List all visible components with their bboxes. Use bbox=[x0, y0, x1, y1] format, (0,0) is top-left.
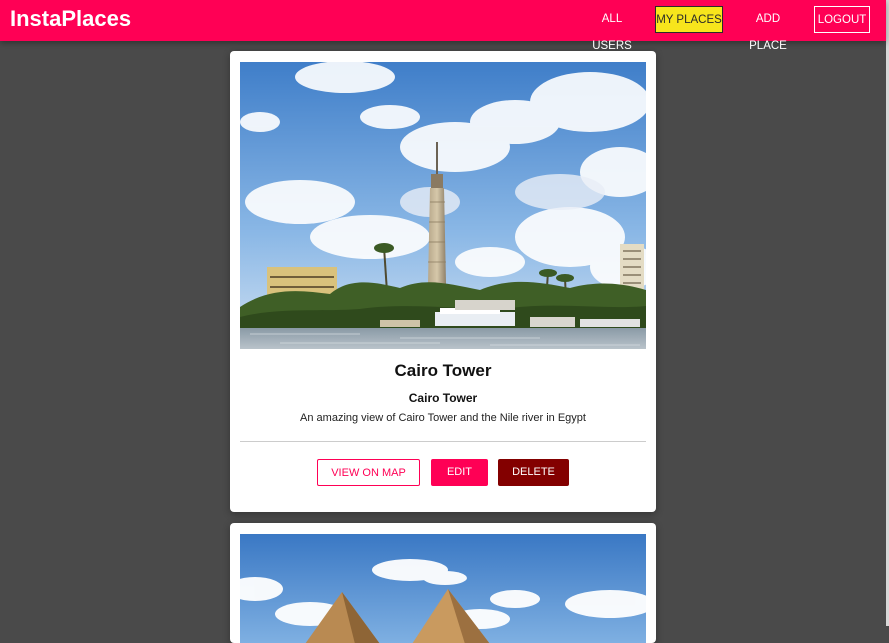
main-header: InstaPlaces ALL USERS MY PLACES ADD PLAC… bbox=[0, 0, 886, 52]
nav-add-place[interactable]: ADD PLACE bbox=[736, 6, 800, 52]
delete-button[interactable]: DELETE bbox=[498, 459, 569, 486]
place-image-pyramids bbox=[240, 534, 646, 643]
card-divider bbox=[240, 441, 646, 442]
nav-all-users[interactable]: ALL USERS bbox=[582, 6, 642, 52]
place-title: Cairo Tower bbox=[394, 361, 492, 380]
place-card: Cairo Tower Cairo Tower An amazing view … bbox=[230, 51, 656, 512]
edit-button[interactable]: EDIT bbox=[431, 459, 488, 486]
nav-my-places[interactable]: MY PLACES bbox=[655, 6, 723, 33]
logout-button[interactable]: LOGOUT bbox=[814, 6, 870, 33]
place-image-cairo-tower bbox=[240, 62, 646, 349]
place-description: An amazing view of Cairo Tower and the N… bbox=[300, 412, 586, 424]
brand-logo-link[interactable]: InstaPlaces bbox=[10, 6, 131, 32]
place-address: Cairo Tower bbox=[408, 391, 478, 405]
place-card bbox=[230, 523, 656, 643]
view-on-map-button[interactable]: VIEW ON MAP bbox=[317, 459, 420, 486]
